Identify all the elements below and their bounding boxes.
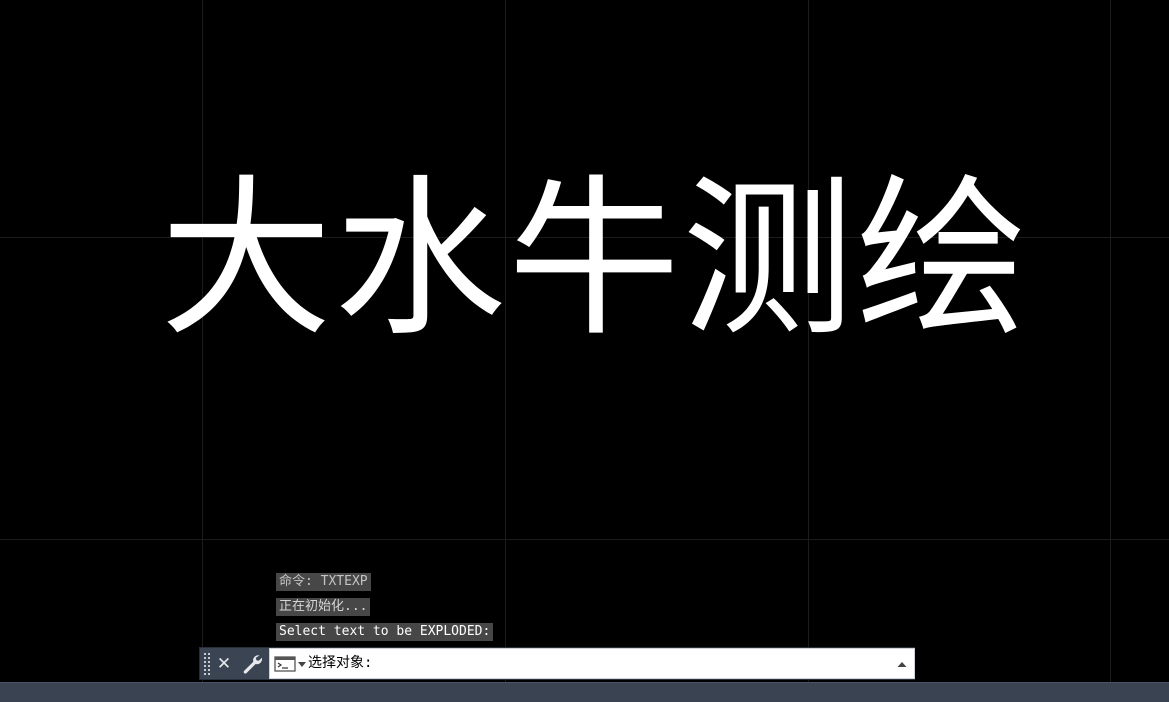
triangle-up-icon[interactable]	[894, 655, 910, 673]
wrench-icon[interactable]	[240, 653, 264, 675]
drawing-text-entity[interactable]: 大水牛测绘	[160, 160, 1030, 360]
command-line-bar: ✕ 选择对象:	[199, 647, 915, 680]
command-history-line: 命令: TXTEXP	[276, 573, 371, 591]
close-icon[interactable]: ✕	[214, 653, 234, 675]
command-prompt-label: 选择对象:	[308, 655, 373, 671]
grid-line	[1110, 0, 1111, 682]
command-prompt-icon[interactable]	[274, 655, 308, 673]
command-input-area: 选择对象:	[269, 648, 915, 679]
drag-grip-handle[interactable]	[204, 653, 210, 675]
status-bar	[0, 682, 1169, 702]
drawing-viewport[interactable]: 大水牛测绘 命令: TXTEXP 正在初始化... Select text to…	[0, 0, 1169, 682]
command-history-line: 正在初始化...	[276, 598, 371, 616]
command-history-line: Select text to be EXPLODED:	[276, 623, 494, 641]
grid-line	[0, 539, 1169, 540]
command-input[interactable]	[385, 652, 885, 675]
